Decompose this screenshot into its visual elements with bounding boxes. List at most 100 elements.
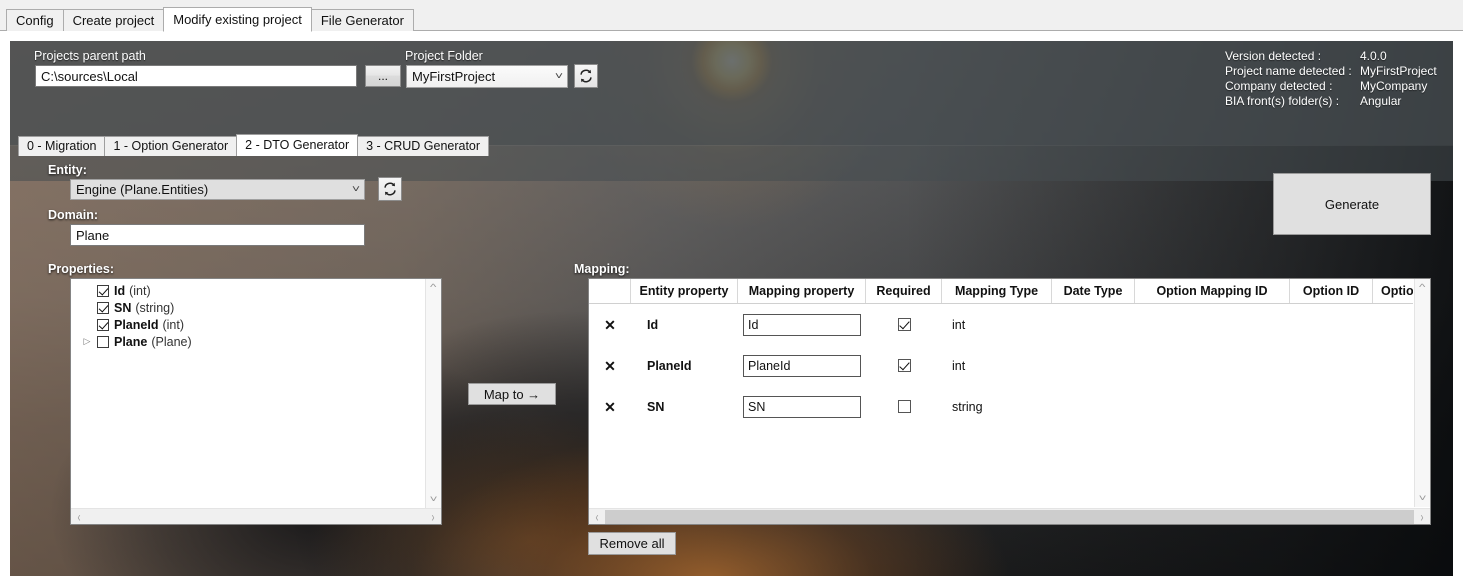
col-actions[interactable] [589,279,631,303]
cell-mapping-property-input[interactable]: PlaneId [743,354,861,377]
properties-hscroll-thumb[interactable] [87,509,425,524]
property-checkbox-planeid[interactable] [97,318,109,331]
tab-file-generator-label: File Generator [320,13,404,28]
browse-button[interactable]: ... [365,65,401,87]
property-row-plane[interactable]: ▷ Plane (Plane) [71,333,424,350]
chevron-down-icon: ˅ [351,183,361,195]
cell-required-checkbox[interactable] [897,318,911,331]
scroll-up-icon[interactable]: ^ [1419,279,1425,296]
generator-tab-strip: 0 - Migration 1 - Option Generator 2 - D… [18,134,490,156]
scroll-down-icon[interactable]: ˅ [1419,490,1427,507]
cell-option-id [1290,345,1373,386]
cell-option-display [1373,386,1413,427]
col-option-display[interactable]: Option Di [1373,279,1413,303]
cell-mapping-property-input[interactable]: SN [743,395,861,418]
mapping-label: Mapping: [574,262,630,276]
refresh-icon [384,182,396,196]
mapping-grid-inner: Entity property Mapping property Require… [589,279,1413,507]
property-name-sn: SN [114,300,132,315]
scroll-up-icon[interactable]: ^ [430,279,436,296]
chevron-down-icon: ˅ [554,70,564,82]
subtab-dto-generator[interactable]: 2 - DTO Generator [236,134,359,156]
col-date-type[interactable]: Date Type [1052,279,1135,303]
project-name-detected-label: Project name detected : [1225,64,1352,78]
entity-select[interactable]: Engine (Plane.Entities) ˅ [70,179,365,200]
col-entity-property[interactable]: Entity property [631,279,738,303]
info-row-bia-folders: BIA front(s) folder(s) : Angular [1225,94,1437,109]
mapping-vertical-scrollbar[interactable]: ^ ˅ [1414,279,1430,507]
remove-row-button[interactable]: ✕ [604,359,616,373]
property-row-planeid[interactable]: PlaneId (int) [71,316,424,333]
subtab-dto-generator-label: 2 - DTO Generator [245,138,350,152]
properties-horizontal-scrollbar[interactable]: ‹ › [71,508,441,524]
remove-all-button[interactable]: Remove all [588,532,676,555]
scroll-left-icon[interactable]: ‹ [589,509,605,524]
refresh-entity-button[interactable] [378,177,402,201]
mapping-horizontal-scrollbar[interactable]: ‹ › [589,508,1430,524]
property-row-sn[interactable]: SN (string) [71,299,424,316]
refresh-project-folder-button[interactable] [574,64,598,88]
cell-entity-property: PlaneId [647,358,692,373]
scroll-right-icon[interactable]: › [1414,509,1430,524]
info-row-project-name: Project name detected : MyFirstProject [1225,64,1437,79]
tab-file-generator[interactable]: File Generator [310,9,414,31]
generate-button[interactable]: Generate [1273,173,1431,235]
col-mapping-type[interactable]: Mapping Type [942,279,1052,303]
cell-required-checkbox[interactable] [897,359,911,372]
subtab-option-generator-label: 1 - Option Generator [113,139,229,153]
application-window: Config Create project Modify existing pr… [0,0,1463,586]
tab-page-modify-existing-project: Projects parent path C:\sources\Local ..… [0,31,1463,586]
info-row-version: Version detected : 4.0.0 [1225,49,1437,64]
dto-generator-body: Entity: Engine (Plane.Entities) ˅ Domain… [18,155,1445,568]
subtab-crud-generator[interactable]: 3 - CRUD Generator [357,136,490,156]
cell-mapping-type: string [952,399,983,414]
subtab-migration-label: 0 - Migration [27,139,97,153]
col-option-mapping-id[interactable]: Option Mapping ID [1135,279,1290,303]
entity-label: Entity: [48,163,87,177]
remove-row-button[interactable]: ✕ [604,318,616,332]
property-checkbox-plane[interactable] [97,335,109,348]
scroll-down-icon[interactable]: ˅ [430,491,438,508]
domain-label: Domain: [48,208,98,222]
property-type-sn: (string) [135,300,175,315]
table-row[interactable]: ✕ PlaneId PlaneId int [589,345,1413,386]
cell-required-checkbox[interactable] [897,400,911,413]
col-required[interactable]: Required [866,279,942,303]
tab-modify-existing-project[interactable]: Modify existing project [163,7,312,32]
property-checkbox-sn[interactable] [97,301,109,314]
property-checkbox-id[interactable] [97,284,109,297]
mapping-grid-header: Entity property Mapping property Require… [589,279,1413,304]
subtab-migration[interactable]: 0 - Migration [18,136,106,156]
parent-path-input[interactable]: C:\sources\Local [35,65,357,87]
table-row[interactable]: ✕ SN SN string [589,386,1413,427]
remove-row-button[interactable]: ✕ [604,400,616,414]
scroll-right-icon[interactable]: › [425,509,441,524]
domain-input[interactable]: Plane [70,224,365,246]
cell-entity-property: Id [647,317,659,332]
tab-config[interactable]: Config [6,9,64,31]
mapping-hscroll-thumb[interactable] [605,509,1414,524]
chevron-right-icon[interactable]: ▷ [81,337,93,346]
property-row-id[interactable]: Id (int) [71,282,424,299]
cell-option-id [1290,386,1373,427]
project-folder-select[interactable]: MyFirstProject ˅ [406,65,568,88]
project-name-detected-value: MyFirstProject [1360,64,1437,78]
main-tabs: Config Create project Modify existing pr… [0,0,1463,32]
cell-option-mapping-id [1135,386,1290,427]
property-type-id: (int) [129,283,151,298]
scroll-left-icon[interactable]: ‹ [71,509,87,524]
properties-treeview[interactable]: Id (int) SN (string) PlaneId (int) ▷ Pla… [70,278,442,525]
map-to-button[interactable]: Map to → [468,383,556,405]
mapping-datagrid[interactable]: Entity property Mapping property Require… [588,278,1431,525]
tab-create-project-label: Create project [72,13,155,28]
tab-create-project[interactable]: Create project [62,9,165,31]
property-type-planeid: (int) [162,317,184,332]
main-tab-strip: Config Create project Modify existing pr… [0,0,1463,32]
cell-mapping-property-input[interactable]: Id [743,313,861,336]
tab-config-label: Config [16,13,54,28]
subtab-option-generator[interactable]: 1 - Option Generator [104,136,238,156]
table-row[interactable]: ✕ Id Id int [589,304,1413,345]
col-mapping-property[interactable]: Mapping property [738,279,866,303]
properties-vertical-scrollbar[interactable]: ^ ˅ [425,279,441,508]
col-option-id[interactable]: Option ID [1290,279,1373,303]
